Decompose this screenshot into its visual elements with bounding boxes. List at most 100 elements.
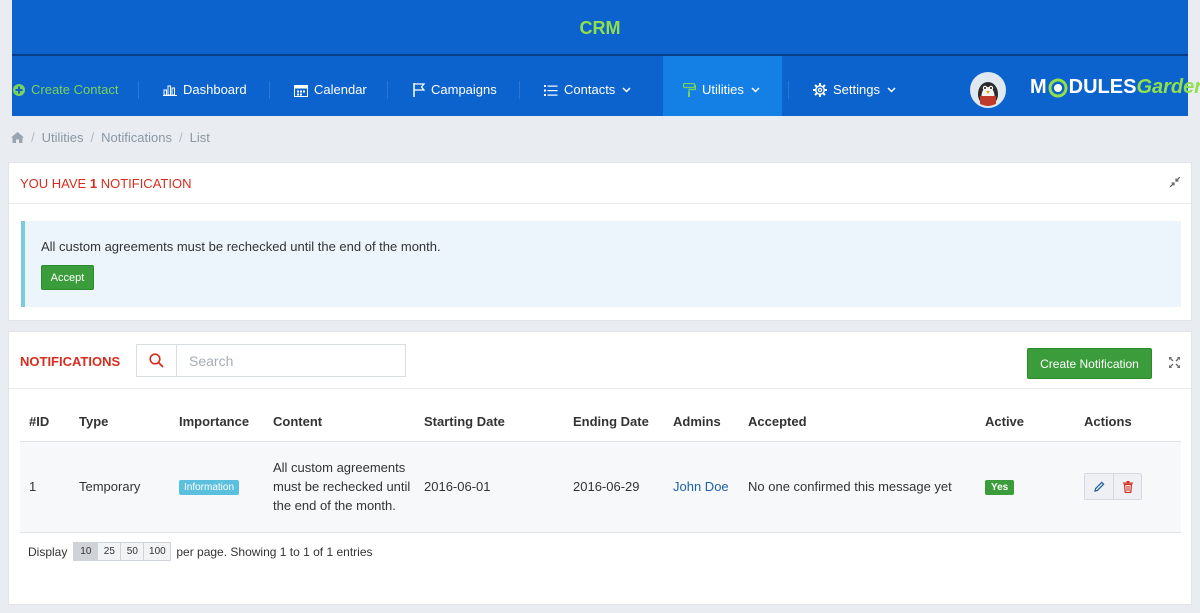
breadcrumb-list: List [189,130,210,145]
notifications-table: #ID Type Importance Content Starting Dat… [20,402,1181,533]
col-id[interactable]: #ID [20,402,70,442]
page-size-10[interactable]: 10 [74,543,98,560]
nav-create-contact[interactable]: Create Contact [13,56,118,116]
delete-button[interactable] [1113,474,1141,499]
nav-separator [138,81,139,99]
col-type[interactable]: Type [70,402,170,442]
notice-panel: YOU HAVE 1 NOTIFICATION All custom agree… [8,162,1192,321]
breadcrumb-separator: / [31,130,35,145]
main-nav: Create Contact Dashboard Calendar Campai… [12,56,1200,116]
col-admins[interactable]: Admins [664,402,739,442]
logo-text-m: M [1030,76,1047,98]
nav-separator [519,81,520,99]
breadcrumb-notifications[interactable]: Notifications [101,130,172,145]
notifications-panel-header: NOTIFICATIONS Create Notification [9,332,1191,389]
nav-settings-label: Settings [833,82,880,97]
chevron-down-icon [622,87,631,93]
nav-dashboard-label: Dashboard [183,82,247,97]
col-accepted[interactable]: Accepted [739,402,976,442]
compress-icon[interactable] [1170,177,1180,187]
list-icon [544,84,558,96]
cell-id: 1 [20,441,70,533]
notice-panel-header: YOU HAVE 1 NOTIFICATION [9,163,1191,204]
cell-active: Yes [976,441,1075,533]
col-active[interactable]: Active [976,402,1075,442]
table-header-row: #ID Type Importance Content Starting Dat… [20,402,1181,442]
nav-utilities-label: Utilities [702,82,744,97]
notification-alert: All custom agreements must be rechecked … [21,221,1181,307]
breadcrumb: / Utilities / Notifications / List [11,130,210,145]
notice-panel-title: YOU HAVE 1 NOTIFICATION [20,176,191,191]
logo-globe-icon [1048,78,1068,97]
notification-message: All custom agreements must be rechecked … [41,239,441,254]
nav-settings[interactable]: Settings [813,56,902,116]
page-size-selector: 10 25 50 100 [73,542,172,561]
table-row: 1 Temporary Information All custom agree… [20,441,1181,533]
nav-campaigns[interactable]: Campaigns [413,56,497,116]
cell-importance: Information [170,441,264,533]
page-size-100[interactable]: 100 [143,543,171,560]
col-importance[interactable]: Importance [170,402,264,442]
page-size-50[interactable]: 50 [120,543,144,560]
cell-content: All custom agreements must be rechecked … [264,441,415,533]
search-icon [149,353,164,368]
col-starting-date[interactable]: Starting Date [415,402,564,442]
penguin-avatar-icon [972,74,1004,106]
app-title: CRM [579,18,621,38]
bar-chart-icon [163,85,177,96]
cell-actions [1075,441,1181,533]
cell-starting-date: 2016-06-01 [415,441,564,533]
search-button[interactable] [137,345,177,376]
nav-campaigns-label: Campaigns [431,82,497,97]
cell-accepted: No one confirmed this message yet [739,441,976,533]
home-icon[interactable] [11,132,24,143]
notice-title-prefix: YOU HAVE [20,176,87,191]
nav-contacts[interactable]: Contacts [544,56,637,116]
nav-separator [387,81,388,99]
top-header: CRM Create Contact Dashboard Calendar Ca… [0,0,1200,116]
notifications-panel: NOTIFICATIONS Create Notification #ID Ty… [8,331,1192,605]
trash-icon [1122,480,1133,493]
nav-contacts-label: Contacts [564,82,616,97]
breadcrumb-utilities[interactable]: Utilities [42,130,84,145]
modulesgarden-logo: M DULES Garden [1030,76,1200,99]
nav-separator [788,81,789,99]
create-notification-button[interactable]: Create Notification [1027,348,1152,379]
breadcrumb-separator: / [90,130,95,145]
pagination-bar: Display 10 25 50 100 per page. Showing 1… [28,542,373,561]
nav-calendar[interactable]: Calendar [294,56,367,116]
edit-button[interactable] [1085,474,1113,499]
entries-summary: per page. Showing 1 to 1 of 1 entries [176,544,373,559]
col-actions: Actions [1075,402,1181,442]
search-box [136,344,406,377]
admin-link[interactable]: John Doe [673,479,729,494]
notice-count: 1 [89,176,98,191]
search-input[interactable] [177,345,405,376]
expand-icon[interactable] [1169,357,1180,368]
active-badge: Yes [985,480,1015,495]
frame-left [0,0,12,116]
col-content[interactable]: Content [264,402,415,442]
chevron-down-icon [887,87,896,93]
page-size-25[interactable]: 25 [97,543,121,560]
user-avatar[interactable] [970,72,1006,108]
nav-create-contact-label: Create Contact [31,82,119,97]
notifications-panel-title: NOTIFICATIONS [20,354,121,369]
flag-icon [413,83,425,97]
paint-roller-icon [683,83,696,97]
cell-admins: John Doe [664,441,739,533]
importance-badge: Information [179,480,240,495]
nav-utilities[interactable]: Utilities [663,56,782,116]
pencil-icon [1093,481,1104,492]
breadcrumb-separator: / [178,130,183,145]
row-actions [1084,473,1142,500]
nav-calendar-label: Calendar [314,82,367,97]
nav-dashboard[interactable]: Dashboard [163,56,247,116]
gear-icon [813,83,827,97]
logo-text-garden: Garden [1136,76,1200,98]
calendar-icon [294,84,308,97]
accept-button[interactable]: Accept [41,265,94,290]
logo-text-dules: DULES [1068,76,1137,98]
cell-ending-date: 2016-06-29 [564,441,664,533]
col-ending-date[interactable]: Ending Date [564,402,664,442]
